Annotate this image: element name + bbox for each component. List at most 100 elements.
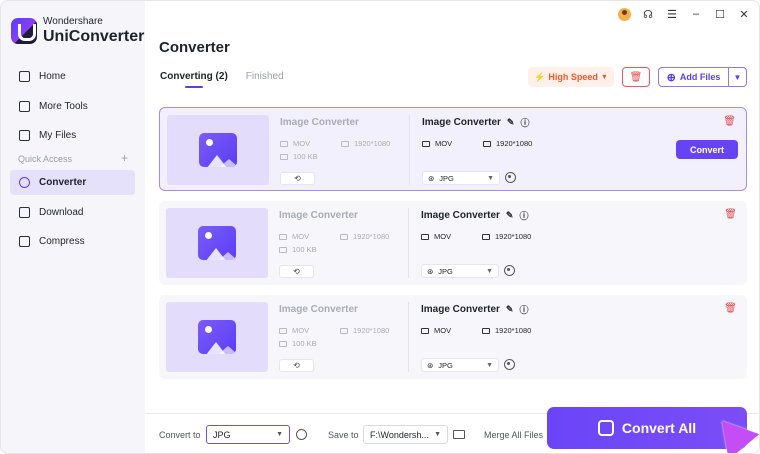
chevron-down-icon: ▼ bbox=[276, 431, 283, 438]
bottom-bar: Convert to JPG ▼ Save to F:\Wondersh... ▼ … bbox=[145, 407, 759, 453]
source-size: 100 KB bbox=[279, 245, 317, 254]
resolution-icon bbox=[340, 327, 348, 334]
file-card[interactable]: Image Converter MOV 1920*1080 100 KB ⟲ I… bbox=[159, 201, 747, 285]
delete-file-icon[interactable]: 🗑 bbox=[724, 303, 737, 314]
source-file-name: Image Converter bbox=[279, 210, 358, 221]
output-format-select[interactable]: ⊛ JPG ▼ bbox=[421, 264, 499, 278]
settings-icon[interactable] bbox=[504, 265, 515, 276]
chevron-down-icon: ▼ bbox=[434, 431, 441, 438]
converter-icon bbox=[19, 177, 30, 188]
output-format-select[interactable]: ⊛ JPG ▼ bbox=[422, 171, 500, 185]
chevron-down-icon: ▼ bbox=[486, 267, 493, 275]
chevron-down-icon: ▼ bbox=[486, 361, 493, 369]
menu-icon[interactable]: ☰ bbox=[665, 7, 679, 21]
sidebar-item-converter[interactable]: Converter bbox=[10, 170, 135, 195]
merge-all-files-label[interactable]: Merge All Files bbox=[484, 430, 543, 440]
sidebar-item-label: Home bbox=[39, 71, 66, 82]
delete-file-icon[interactable]: 🗑 bbox=[723, 116, 736, 127]
sidebar-item-my-files[interactable]: My Files bbox=[10, 123, 135, 148]
delete-file-icon[interactable]: 🗑 bbox=[724, 209, 737, 220]
home-icon bbox=[19, 71, 30, 82]
uniconverter-logo-icon bbox=[11, 18, 37, 44]
app-logo: Wondershare UniConverter bbox=[11, 17, 144, 45]
minimize-icon[interactable]: – bbox=[689, 7, 703, 21]
toolbox-icon bbox=[19, 100, 30, 112]
settings-icon[interactable] bbox=[296, 429, 307, 440]
source-size: 100 KB bbox=[280, 152, 318, 161]
add-files-button[interactable]: ⊕ Add Files ▼ bbox=[658, 67, 747, 87]
crop-button[interactable]: ⟲ bbox=[280, 172, 315, 185]
settings-icon[interactable] bbox=[505, 172, 516, 183]
sidebar-item-more-tools[interactable]: More Tools bbox=[10, 94, 135, 119]
quick-access-label: Quick Access bbox=[18, 154, 73, 164]
tab-finished[interactable]: Finished bbox=[246, 71, 284, 88]
crop-button[interactable]: ⟲ bbox=[279, 359, 314, 372]
add-quick-access-icon[interactable]: + bbox=[121, 152, 128, 164]
brand-name: UniConverter bbox=[43, 28, 145, 45]
resolution-icon bbox=[482, 327, 490, 334]
lightning-icon: ⚡ bbox=[534, 71, 546, 82]
convert-to-select[interactable]: JPG ▼ bbox=[206, 425, 290, 444]
sidebar-item-label: Converter bbox=[39, 177, 87, 188]
file-card[interactable]: Image Converter MOV 1920*1080 100 KB ⟲ I… bbox=[159, 107, 747, 191]
tabs: Converting (2) Finished bbox=[160, 71, 284, 88]
brand-small: Wondershare bbox=[43, 16, 103, 27]
source-file-name: Image Converter bbox=[279, 304, 358, 315]
image-icon bbox=[198, 320, 236, 354]
info-icon[interactable]: ⓘ bbox=[520, 116, 529, 129]
image-icon bbox=[198, 226, 236, 260]
convert-all-label: Convert All bbox=[621, 420, 697, 436]
sidebar-item-label: My Files bbox=[39, 130, 77, 141]
trash-icon: 🗑 bbox=[629, 71, 643, 83]
sidebar-item-download[interactable]: Download bbox=[10, 200, 135, 225]
high-speed-label: High Speed bbox=[548, 72, 598, 82]
edit-icon[interactable]: ✎ bbox=[506, 210, 514, 221]
sidebar: Wondershare UniConverter Home More Tools… bbox=[1, 1, 145, 453]
image-icon bbox=[199, 133, 237, 167]
edit-icon[interactable]: ✎ bbox=[506, 304, 514, 315]
sidebar-item-compress[interactable]: Compress bbox=[10, 229, 135, 254]
source-format: MOV bbox=[280, 139, 310, 148]
folder-icon bbox=[279, 246, 287, 253]
source-resolution: 1920*1080 bbox=[340, 326, 389, 335]
headset-icon[interactable]: ☊ bbox=[641, 7, 655, 21]
source-resolution: 1920*1080 bbox=[340, 232, 389, 241]
folder-icon[interactable] bbox=[453, 430, 465, 439]
output-format-select[interactable]: ⊛ JPG ▼ bbox=[421, 358, 499, 372]
source-format: MOV bbox=[279, 326, 309, 335]
crop-button[interactable]: ⟲ bbox=[279, 265, 314, 278]
settings-icon[interactable] bbox=[504, 359, 515, 370]
delete-all-button[interactable]: 🗑 bbox=[622, 67, 650, 87]
avatar[interactable] bbox=[618, 7, 631, 21]
info-icon[interactable]: ⓘ bbox=[519, 209, 528, 222]
tab-converting[interactable]: Converting (2) bbox=[160, 71, 228, 88]
sidebar-nav: Home More Tools My Files bbox=[10, 64, 135, 153]
format-icon: ⊛ bbox=[427, 360, 434, 370]
convert-button[interactable]: Convert bbox=[676, 140, 738, 159]
divider bbox=[409, 115, 410, 185]
info-icon[interactable]: ⓘ bbox=[519, 303, 528, 316]
image-icon bbox=[279, 233, 287, 240]
folder-icon bbox=[279, 340, 287, 347]
crop-icon: ⟲ bbox=[293, 267, 300, 276]
image-icon bbox=[280, 140, 288, 147]
save-to-select[interactable]: F:\Wondersh... ▼ bbox=[363, 425, 448, 444]
sidebar-item-label: Download bbox=[39, 206, 84, 218]
sidebar-item-home[interactable]: Home bbox=[10, 64, 135, 89]
file-thumbnail bbox=[166, 208, 268, 278]
format-icon: ⊛ bbox=[427, 266, 434, 276]
file-card[interactable]: Image Converter MOV 1920*1080 100 KB ⟲ I… bbox=[159, 295, 747, 379]
output-resolution: 1920*1080 bbox=[482, 232, 531, 241]
source-format: MOV bbox=[279, 232, 309, 241]
convert-to-label: Convert to bbox=[159, 430, 201, 440]
close-icon[interactable]: ✕ bbox=[737, 7, 751, 21]
edit-icon[interactable]: ✎ bbox=[507, 117, 515, 128]
high-speed-button[interactable]: ⚡ High Speed ▼ bbox=[528, 67, 614, 87]
image-icon bbox=[421, 233, 429, 240]
sidebar-item-label: Compress bbox=[39, 236, 85, 247]
save-to-label: Save to bbox=[328, 430, 359, 440]
quick-access-header: Quick Access + bbox=[18, 152, 128, 164]
maximize-icon[interactable]: ☐ bbox=[713, 7, 727, 21]
add-files-dropdown-icon[interactable]: ▼ bbox=[729, 73, 746, 82]
output-resolution: 1920*1080 bbox=[482, 326, 531, 335]
